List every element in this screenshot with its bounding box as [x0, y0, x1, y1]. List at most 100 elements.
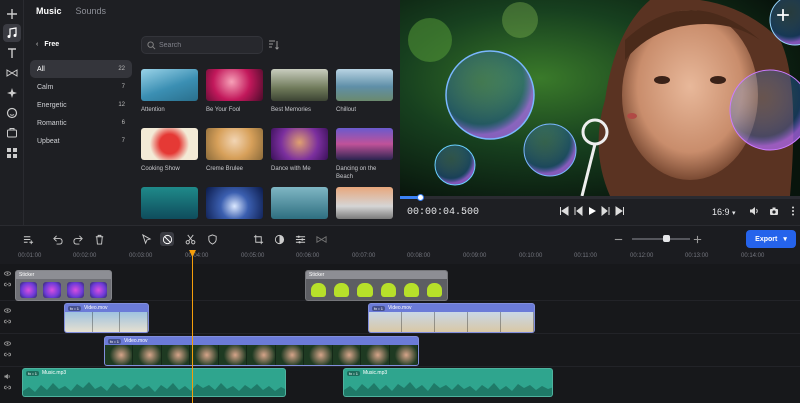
snapshot-icon[interactable] — [769, 206, 779, 216]
clip-frames — [105, 345, 418, 365]
search-input[interactable] — [159, 40, 257, 51]
track-title: Cooking Show — [141, 166, 180, 172]
timeline-ruler[interactable]: 00:01:00 00:02:00 00:03:00 00:04:00 00:0… — [0, 250, 800, 264]
split-button[interactable] — [184, 233, 196, 245]
volume-icon[interactable] — [749, 206, 759, 216]
speaker-icon[interactable] — [3, 373, 11, 380]
track-card[interactable]: Be Your Fool — [206, 69, 263, 114]
add-track-icon — [23, 235, 33, 244]
track-card[interactable]: Dance with Me — [271, 128, 328, 173]
aspect-ratio-select[interactable]: 16:9 ▾ — [712, 207, 736, 217]
add-track-button[interactable] — [22, 233, 34, 245]
music-library-panel: Music Sounds ‹ Free All 22 Calm 7 Energetic… — [24, 0, 400, 225]
redo-button[interactable] — [72, 233, 84, 245]
track-card[interactable]: Dancing on the Beach — [336, 128, 393, 181]
music-clip[interactable]: fx • 1 Music.mp3 — [22, 368, 286, 397]
sticker-icon[interactable] — [3, 104, 21, 122]
category-all[interactable]: All 22 — [30, 60, 132, 78]
layouts-icon[interactable] — [3, 144, 21, 162]
search-box[interactable] — [141, 36, 263, 54]
eye-icon[interactable] — [3, 340, 11, 347]
tab-sounds[interactable]: Sounds — [76, 6, 107, 16]
category-upbeat[interactable]: Upbeat 7 — [30, 132, 132, 150]
timecode-display: 00:00:04.500 — [407, 207, 480, 218]
transition-icon — [315, 235, 327, 243]
previous-frame-icon[interactable] — [573, 206, 583, 216]
track-card[interactable] — [206, 187, 263, 224]
zoom-slider-handle[interactable] — [663, 235, 670, 242]
track-card[interactable] — [141, 187, 198, 224]
track-card[interactable]: Cooking Show — [141, 128, 198, 173]
more-options-icon[interactable] — [788, 206, 798, 216]
tab-music[interactable]: Music — [36, 6, 62, 16]
ruler-tick: 00:03:00 — [129, 253, 153, 259]
ruler-tick: 00:08:00 — [407, 253, 431, 259]
track-card[interactable] — [336, 187, 393, 224]
zoom-slider[interactable] — [632, 235, 690, 242]
skip-to-start-icon[interactable] — [559, 206, 569, 216]
sort-icon[interactable] — [268, 40, 280, 50]
scrubber-handle[interactable] — [417, 194, 424, 201]
add-to-timeline-button[interactable] — [776, 8, 790, 22]
category-energetic[interactable]: Energetic 12 — [30, 96, 132, 114]
add-icon[interactable] — [3, 5, 21, 23]
back-button[interactable]: ‹ Free — [36, 41, 65, 48]
play-icon[interactable] — [587, 206, 597, 216]
transition-button[interactable] — [315, 233, 327, 245]
minus-icon — [614, 238, 622, 240]
track-card[interactable]: Creme Brulee — [206, 128, 263, 173]
track-title: Chillout — [336, 107, 357, 113]
category-count: 22 — [118, 66, 125, 72]
fx-badge: fx • 1 — [26, 370, 39, 376]
track-thumbnail — [141, 128, 198, 160]
track-thumbnail — [271, 69, 328, 101]
preview-scrubber[interactable] — [400, 194, 800, 201]
eye-icon[interactable] — [3, 270, 11, 277]
video-preview — [400, 0, 800, 196]
sticker-clip[interactable]: Sticker — [305, 270, 448, 301]
track-card[interactable]: Attention — [141, 69, 198, 114]
link-icon[interactable] — [3, 281, 11, 288]
snap-tool-button[interactable] — [160, 232, 174, 246]
plus-icon — [693, 235, 701, 243]
aspect-ratio-value: 16:9 — [712, 207, 730, 217]
video-clip[interactable]: fx • 1 Video.mov — [64, 303, 149, 333]
music-icon[interactable] — [3, 24, 21, 42]
mask-button[interactable] — [206, 233, 218, 245]
video-clip[interactable]: fx • 1 Video.mov — [368, 303, 535, 333]
track-header — [0, 334, 14, 358]
category-romantic[interactable]: Romantic 6 — [30, 114, 132, 132]
category-calm[interactable]: Calm 7 — [30, 78, 132, 96]
track-card[interactable]: Chillout — [336, 69, 393, 114]
zoom-in-button[interactable] — [691, 233, 703, 245]
music-clip[interactable]: fx • 1 Music.mp3 — [343, 368, 553, 397]
crop-button[interactable] — [252, 233, 264, 245]
transitions-icon[interactable] — [3, 64, 21, 82]
skip-to-end-icon[interactable] — [615, 206, 625, 216]
undo-button[interactable] — [51, 233, 63, 245]
video-clip[interactable]: fx • 1 Video.mov — [104, 336, 419, 366]
text-icon[interactable] — [3, 44, 21, 62]
export-button[interactable]: Export ▾ — [746, 230, 796, 248]
track-header — [0, 367, 14, 391]
link-icon[interactable] — [3, 318, 11, 325]
link-icon[interactable] — [3, 384, 11, 391]
link-icon[interactable] — [3, 351, 11, 358]
audio-track: fx • 1 Music.mp3 fx • 1 Music.mp3 — [0, 367, 800, 403]
eye-icon[interactable] — [3, 307, 11, 314]
select-tool-button[interactable] — [140, 233, 152, 245]
ruler-tick: 00:11:00 — [574, 253, 597, 259]
color-button[interactable] — [273, 233, 285, 245]
playhead[interactable] — [189, 250, 196, 403]
delete-button[interactable] — [93, 233, 105, 245]
track-thumbnail — [336, 187, 393, 219]
sticker-clip[interactable]: Sticker — [15, 270, 112, 301]
media-box-icon[interactable] — [3, 124, 21, 142]
zoom-out-button[interactable] — [612, 233, 624, 245]
effects-icon[interactable] — [3, 84, 21, 102]
back-label: Free — [44, 41, 60, 48]
next-frame-icon[interactable] — [601, 206, 611, 216]
track-card[interactable]: Best Memories — [271, 69, 328, 114]
adjust-button[interactable] — [294, 233, 306, 245]
track-card[interactable] — [271, 187, 328, 224]
